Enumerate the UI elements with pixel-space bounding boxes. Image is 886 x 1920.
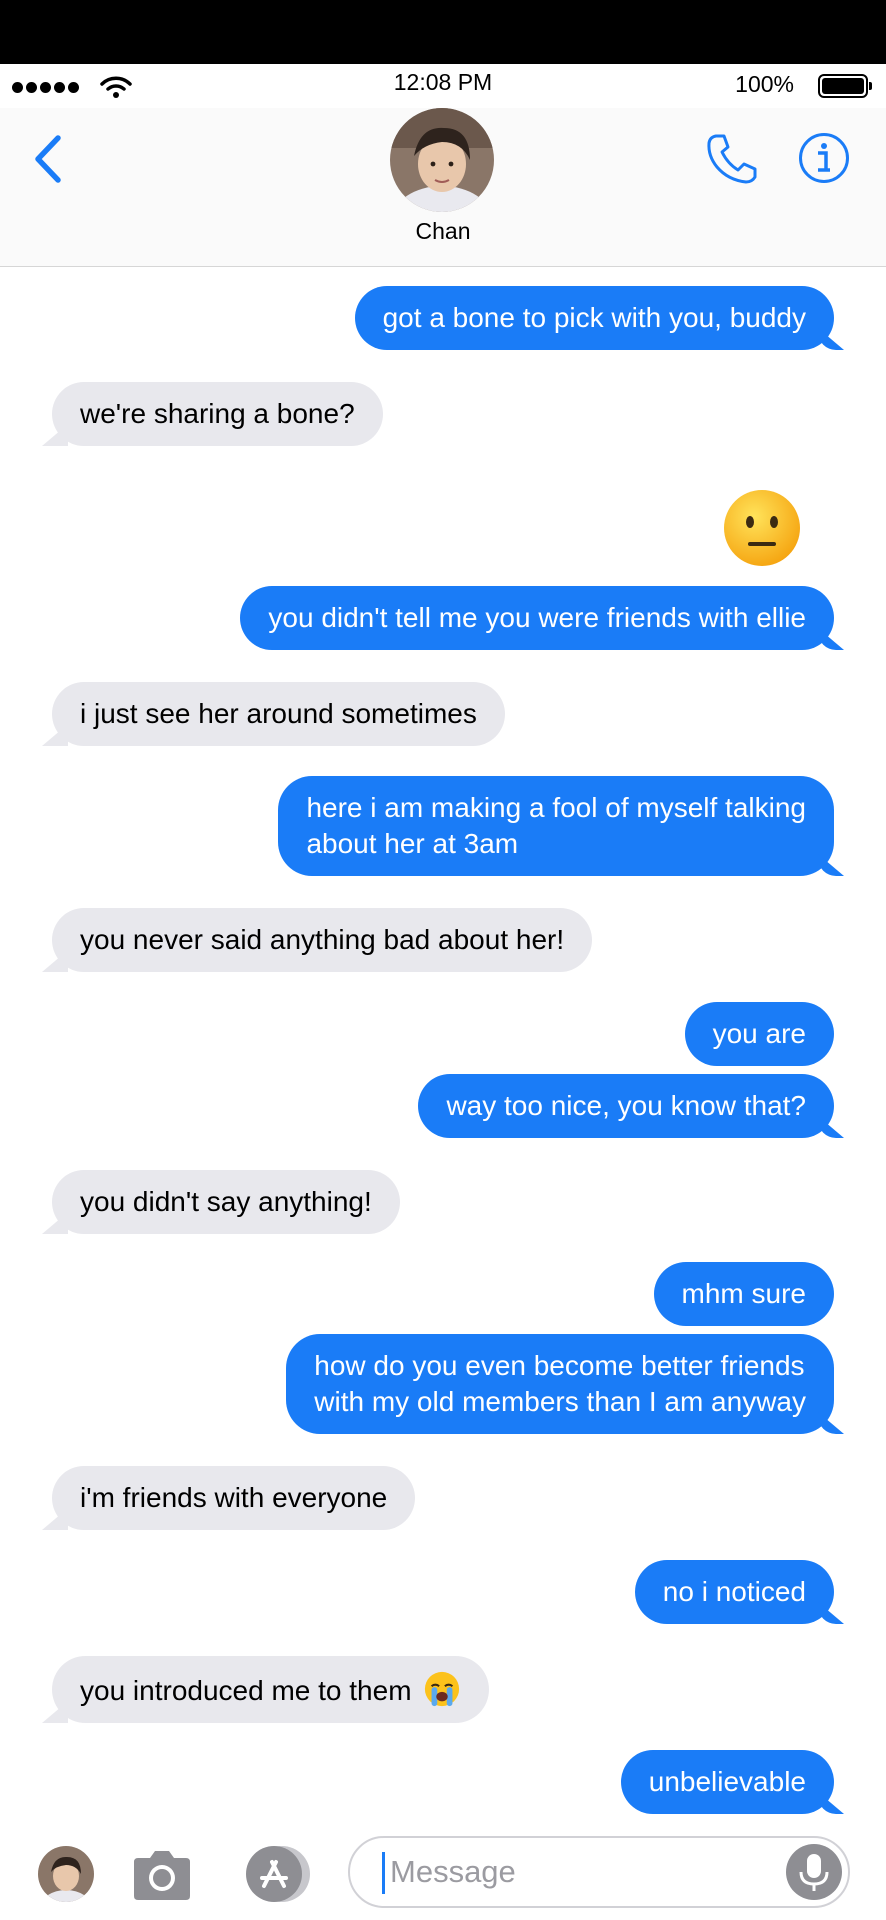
microphone-icon bbox=[799, 1854, 829, 1891]
memoji-avatar-button[interactable] bbox=[38, 1846, 94, 1902]
microphone-button[interactable] bbox=[786, 1844, 842, 1900]
message-thread: got a bone to pick with you, buddy we're… bbox=[0, 270, 886, 1828]
message-bubble-sent[interactable]: you didn't tell me you were friends with… bbox=[240, 586, 834, 650]
contact-name[interactable]: Chan bbox=[0, 218, 886, 245]
message-line: here i am making a fool of myself talkin… bbox=[306, 792, 806, 823]
battery-percentage: 100% bbox=[735, 71, 794, 97]
loudly-crying-face-emoji-icon bbox=[425, 1671, 460, 1707]
message-composer: Message bbox=[0, 1828, 886, 1920]
message-line: about her at 3am bbox=[306, 828, 519, 859]
message-bubble-sent[interactable]: here i am making a fool of myself talkin… bbox=[278, 776, 834, 876]
message-input-placeholder: Message bbox=[390, 1854, 516, 1889]
conversation-header: Chan bbox=[0, 108, 886, 267]
text-cursor bbox=[382, 1852, 385, 1894]
message-bubble-sent[interactable]: mhm sure bbox=[653, 1262, 834, 1326]
message-input[interactable]: Message bbox=[348, 1836, 850, 1908]
message-text: you introduced me to them bbox=[80, 1675, 412, 1706]
message-line: how do you even become better friends bbox=[314, 1350, 805, 1381]
message-bubble-sent[interactable]: way too nice, you know that? bbox=[418, 1074, 834, 1138]
message-bubble-sent[interactable]: no i noticed bbox=[634, 1560, 834, 1624]
message-bubble-received[interactable]: you didn't say anything! bbox=[52, 1170, 400, 1234]
message-bubble-sent[interactable]: you are bbox=[684, 1002, 834, 1066]
message-bubble-received[interactable]: i just see her around sometimes bbox=[52, 682, 505, 746]
battery-icon bbox=[818, 74, 872, 98]
message-bubble-sent[interactable]: got a bone to pick with you, buddy bbox=[354, 286, 834, 350]
message-line: with my old members than I am anyway bbox=[314, 1386, 806, 1417]
status-bar: 12:08 PM 100% bbox=[0, 64, 886, 108]
message-bubble-sent[interactable]: how do you even become better friends wi… bbox=[286, 1334, 834, 1434]
neutral-face-emoji-icon[interactable] bbox=[722, 488, 802, 568]
message-bubble-received[interactable]: you never said anything bad about her! bbox=[52, 908, 593, 972]
message-bubble-sent[interactable]: unbelievable bbox=[620, 1750, 834, 1814]
contact-avatar[interactable] bbox=[390, 108, 494, 212]
phone-icon[interactable] bbox=[704, 130, 760, 186]
message-bubble-received[interactable]: i'm friends with everyone bbox=[52, 1466, 416, 1530]
back-chevron-icon[interactable] bbox=[28, 130, 68, 188]
info-icon[interactable] bbox=[798, 132, 850, 184]
app-store-icon[interactable] bbox=[236, 1844, 316, 1904]
message-bubble-received[interactable]: we're sharing a bone? bbox=[52, 382, 383, 446]
camera-icon[interactable] bbox=[130, 1848, 194, 1902]
top-black-bar bbox=[0, 0, 886, 64]
message-bubble-received[interactable]: you introduced me to them bbox=[52, 1656, 490, 1723]
